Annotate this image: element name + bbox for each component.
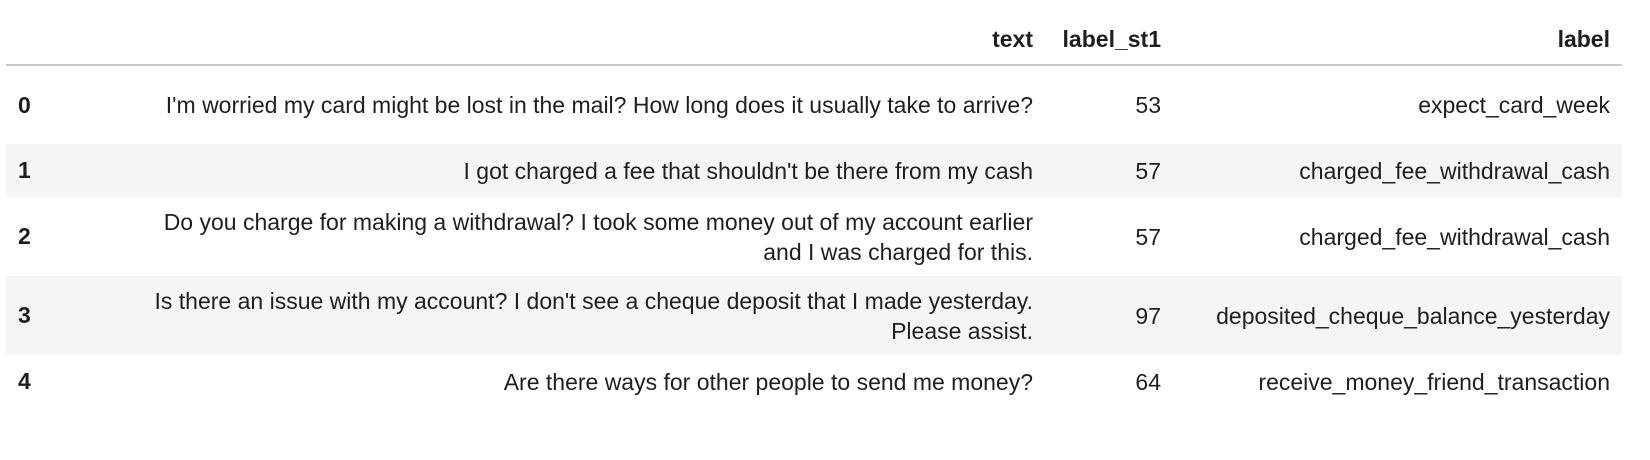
table-row: 0 I'm worried my card might be lost in t… — [6, 65, 1622, 144]
cell-label-st1: 64 — [1135, 368, 1161, 395]
row-index: 1 — [18, 157, 31, 183]
cell-label: charged_fee_withdrawal_cash — [1299, 157, 1610, 184]
row-index: 0 — [18, 91, 31, 118]
table-header: text label_st1 label — [6, 14, 1622, 66]
header-label-st1: label_st1 — [1045, 14, 1173, 66]
header-text: text — [86, 14, 1045, 66]
cell-label-st1: 97 — [1135, 302, 1161, 329]
cell-text: Is there an issue with my account? I don… — [154, 287, 1033, 344]
cell-label-st1: 53 — [1135, 92, 1161, 118]
header-index — [6, 14, 86, 66]
table-row: 3 Is there an issue with my account? I d… — [6, 276, 1622, 355]
header-label: label — [1173, 14, 1622, 66]
cell-label: charged_fee_withdrawal_cash — [1299, 223, 1610, 250]
table-body: 0 I'm worried my card might be lost in t… — [6, 65, 1622, 408]
cell-label: deposited_cheque_balance_yesterday — [1216, 302, 1610, 329]
cell-text: I got charged a fee that shouldn't be th… — [463, 157, 1034, 184]
table-row: 1 I got charged a fee that shouldn't be … — [6, 144, 1622, 197]
cell-text: Do you charge for making a withdrawal? I… — [163, 208, 1033, 265]
row-index: 2 — [18, 223, 31, 249]
table-row: 4 Are there ways for other people to sen… — [6, 355, 1622, 408]
header-row: text label_st1 label — [6, 14, 1622, 66]
cell-label: expect_card_week — [1418, 92, 1610, 118]
cell-label-st1: 57 — [1135, 157, 1161, 184]
cell-text: Are there ways for other people to send … — [503, 368, 1033, 395]
dataframe-output: text label_st1 label 0 I'm worried my ca… — [6, 14, 1622, 408]
dataframe-table: text label_st1 label 0 I'm worried my ca… — [6, 14, 1622, 408]
table-row: 2 Do you charge for making a withdrawal?… — [6, 197, 1622, 276]
cell-label-st1: 57 — [1135, 223, 1161, 250]
cell-label: receive_money_friend_transaction — [1258, 368, 1610, 395]
row-index: 4 — [18, 368, 31, 394]
row-index: 3 — [18, 302, 31, 328]
cell-text: I'm worried my card might be lost in the… — [165, 92, 1033, 118]
